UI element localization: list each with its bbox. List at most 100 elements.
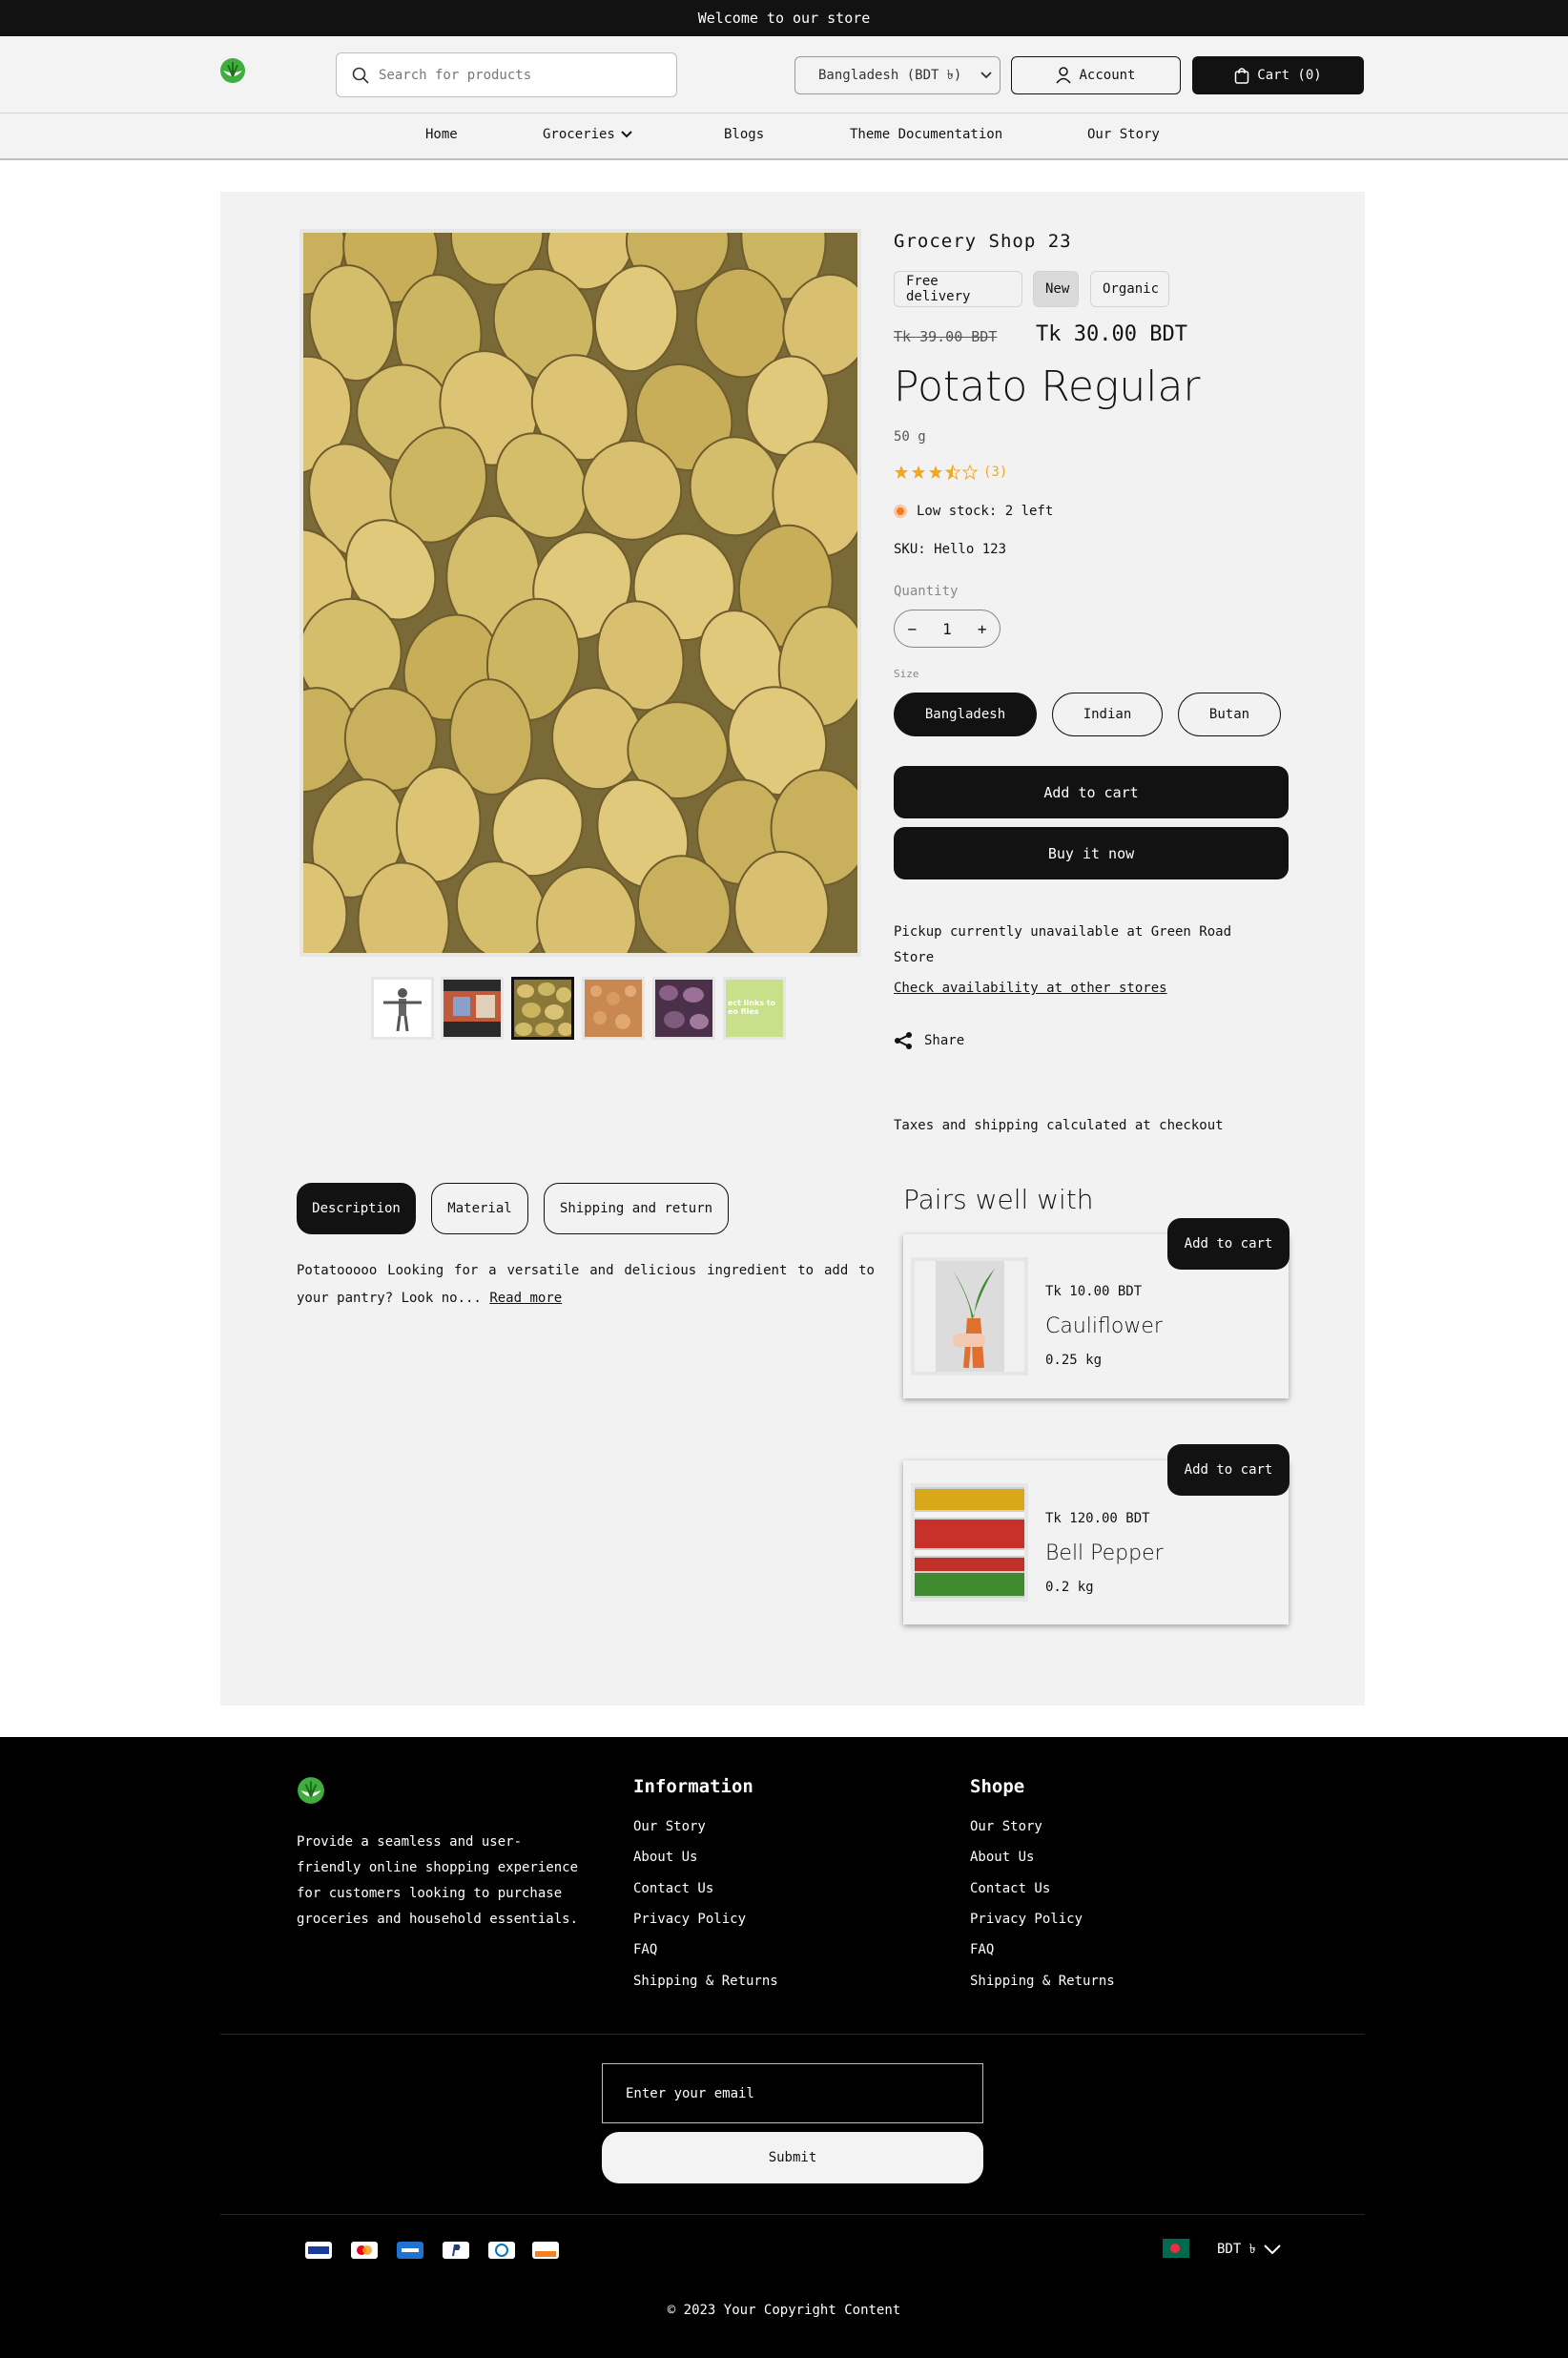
- star-half-icon: [945, 465, 960, 480]
- pair-add-to-cart-cauliflower[interactable]: Add to cart: [1167, 1218, 1289, 1270]
- account-button[interactable]: Account: [1011, 56, 1181, 94]
- thumbnail-5[interactable]: [652, 977, 715, 1040]
- thumbnail-2-image: [444, 980, 501, 1037]
- footer-col2-link-privacy-policy[interactable]: Privacy Policy: [970, 1912, 1083, 1927]
- nav-item-blogs[interactable]: Blogs: [724, 127, 764, 142]
- taxes-note: Taxes and shipping calculated at checkou…: [894, 1118, 1224, 1133]
- nav-item-our-story[interactable]: Our Story: [1087, 127, 1160, 142]
- footer-about-text: Provide a seamless and user-friendly onl…: [297, 1834, 579, 1927]
- product-title: Potato Regular: [894, 362, 1201, 411]
- nav-item-groceries-label: Groceries: [543, 127, 615, 142]
- product-sku: SKU: Hello 123: [894, 542, 1007, 557]
- share-button[interactable]: Share: [894, 1031, 964, 1050]
- thumbnail-1-image: [374, 980, 431, 1037]
- star-full-icon: [912, 465, 925, 479]
- star-full-icon: [929, 465, 942, 479]
- quantity-value: 1: [942, 619, 952, 638]
- diners-club-icon: [488, 2242, 515, 2259]
- newsletter-email-input[interactable]: Enter your email: [602, 2063, 983, 2123]
- pair-weight-cauliflower: 0.25 kg: [1045, 1353, 1103, 1368]
- announcement-text: Welcome to our store: [697, 10, 871, 27]
- thumbnail-3[interactable]: [511, 977, 574, 1040]
- footer-col1-link-about-us[interactable]: About Us: [633, 1850, 697, 1865]
- thumbnail-6[interactable]: ect links to eo files: [723, 977, 786, 1040]
- footer-col1-link-faq[interactable]: FAQ: [633, 1942, 657, 1957]
- nav-item-theme-documentation[interactable]: Theme Documentation: [850, 127, 1002, 142]
- star-full-icon: [895, 465, 908, 479]
- copyright-text: © 2023 Your Copyright Content: [667, 2303, 901, 2318]
- footer-divider-2: [220, 2214, 1365, 2215]
- bangladesh-flag-icon: [1163, 2239, 1189, 2258]
- product-weight: 50 g: [894, 429, 926, 445]
- thumbnail-2[interactable]: [441, 977, 504, 1040]
- footer-col1-link-privacy-policy[interactable]: Privacy Policy: [633, 1912, 746, 1927]
- footer-logo[interactable]: [297, 1776, 325, 1805]
- thumbnail-6-text: ect links to eo files: [728, 999, 776, 1016]
- product-main-image[interactable]: [299, 229, 861, 957]
- compare-price: Tk 39.00 BDT: [894, 328, 998, 345]
- badge-free-delivery: Free delivery: [894, 271, 1022, 307]
- size-option-butan[interactable]: Butan: [1178, 693, 1281, 736]
- main-nav: Home Groceries Blogs Theme Documentation…: [0, 114, 1568, 160]
- footer-col1-title: Information: [633, 1776, 753, 1797]
- footer-col1-link-our-story[interactable]: Our Story: [633, 1819, 706, 1834]
- product-price: Tk 30.00 BDT: [1036, 322, 1187, 346]
- potato-shape: [689, 436, 781, 537]
- footer-col2-link-faq[interactable]: FAQ: [970, 1942, 994, 1957]
- cart-button[interactable]: Cart (0): [1192, 56, 1364, 94]
- user-icon: [1056, 67, 1072, 84]
- pair-image-cauliflower: [911, 1257, 1028, 1376]
- minus-icon[interactable]: −: [908, 620, 918, 638]
- pair-name-cauliflower: Cauliflower: [1045, 1314, 1163, 1338]
- size-option-bangladesh[interactable]: Bangladesh: [894, 693, 1037, 736]
- quantity-stepper[interactable]: − 1 +: [894, 610, 1001, 648]
- paypal-icon: [443, 2242, 469, 2259]
- footer-col2-link-our-story[interactable]: Our Story: [970, 1819, 1042, 1834]
- read-more-link[interactable]: Read more: [489, 1291, 562, 1306]
- share-icon: [895, 1032, 912, 1049]
- size-option-indian[interactable]: Indian: [1052, 693, 1163, 736]
- plus-icon[interactable]: +: [978, 620, 987, 638]
- thumbnail-1[interactable]: [371, 977, 434, 1040]
- currency-label: BDT ৳: [1217, 2242, 1256, 2257]
- currency-selector[interactable]: BDT ৳: [1217, 2238, 1281, 2261]
- footer-col2-link-contact-us[interactable]: Contact Us: [970, 1881, 1050, 1896]
- footer-col2-title: Shope: [970, 1776, 1025, 1797]
- footer: [0, 1737, 1568, 2358]
- nav-item-groceries[interactable]: Groceries: [543, 127, 632, 142]
- country-selector[interactable]: Bangladesh (BDT ৳): [794, 56, 1001, 94]
- nav-item-home[interactable]: Home: [425, 127, 458, 142]
- tab-material[interactable]: Material: [431, 1183, 528, 1234]
- bag-icon: [1235, 68, 1249, 84]
- buy-now-button[interactable]: Buy it now: [894, 827, 1289, 879]
- pickup-text: Pickup currently unavailable at Green Ro…: [894, 924, 1232, 965]
- newsletter-submit-button[interactable]: Submit: [602, 2132, 983, 2183]
- cart-label: Cart (0): [1257, 68, 1322, 83]
- thumbnail-4[interactable]: [582, 977, 645, 1040]
- footer-col2-link-shipping[interactable]: Shipping & Returns: [970, 1974, 1115, 1989]
- thumbnail-4-image: [585, 980, 642, 1037]
- tab-shipping-and-return[interactable]: Shipping and return: [544, 1183, 729, 1234]
- stock-dot-icon: [894, 505, 907, 518]
- amex-icon: [397, 2242, 423, 2259]
- potato-image: [303, 233, 857, 953]
- pair-price-cauliflower: Tk 10.00 BDT: [1045, 1284, 1143, 1299]
- product-vendor: Grocery Shop 23: [894, 231, 1072, 252]
- description-body: Potatooooo Looking for a versatile and d…: [297, 1263, 875, 1306]
- check-availability-link[interactable]: Check availability at other stores: [894, 981, 1167, 996]
- tab-description[interactable]: Description: [297, 1183, 416, 1234]
- search-icon: [352, 67, 369, 84]
- pair-add-to-cart-bell-pepper[interactable]: Add to cart: [1167, 1444, 1289, 1496]
- search-placeholder: Search for products: [379, 67, 532, 83]
- footer-col1-link-shipping[interactable]: Shipping & Returns: [633, 1974, 778, 1989]
- visa-icon: [305, 2242, 332, 2259]
- chevron-down-icon: [621, 131, 632, 138]
- store-logo[interactable]: [219, 57, 246, 84]
- discover-icon: [532, 2242, 559, 2259]
- add-to-cart-button[interactable]: Add to cart: [894, 766, 1289, 818]
- footer-col2-link-about-us[interactable]: About Us: [970, 1850, 1034, 1865]
- footer-col1-link-contact-us[interactable]: Contact Us: [633, 1881, 713, 1896]
- search-input[interactable]: Search for products: [336, 52, 677, 97]
- pair-weight-bell-pepper: 0.2 kg: [1045, 1580, 1094, 1595]
- stock-indicator: Low stock: 2 left: [894, 504, 1053, 519]
